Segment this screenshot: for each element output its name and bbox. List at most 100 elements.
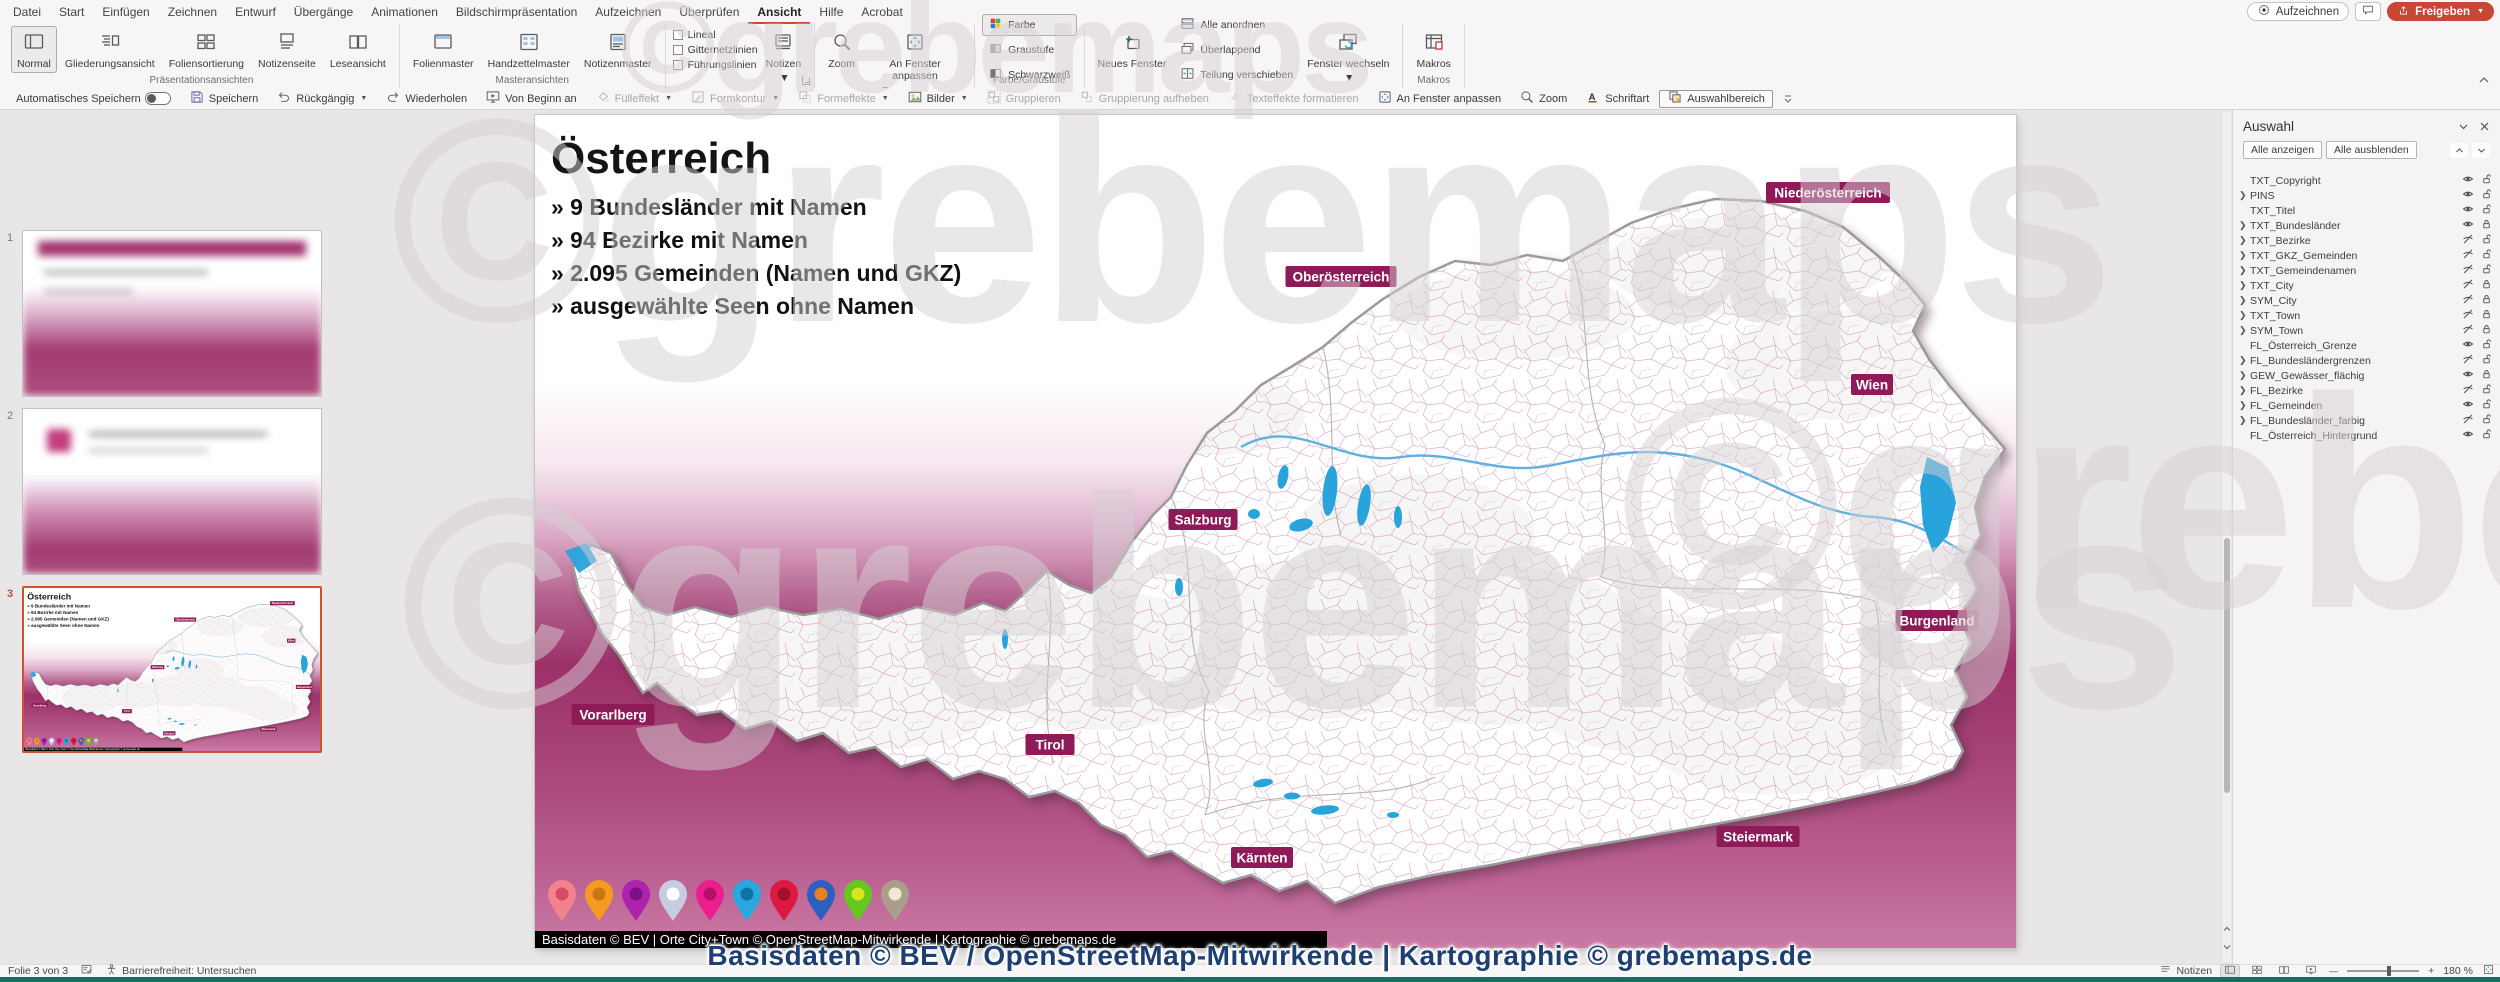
region-label-burgenland[interactable]: Burgenland bbox=[1896, 610, 1979, 631]
wiederholen-button[interactable]: Wiederholen bbox=[377, 90, 475, 108]
region-label-niederösterreich[interactable]: Niederösterreich bbox=[1766, 182, 1890, 203]
lock-closed-icon[interactable] bbox=[2481, 368, 2492, 383]
checkbox-führungslinien[interactable]: Führungslinien bbox=[673, 59, 758, 71]
lock-open-icon[interactable] bbox=[2481, 248, 2492, 263]
leseansicht-button[interactable]: Leseansicht bbox=[324, 26, 392, 73]
menu-tab-zeichnen[interactable]: Zeichnen bbox=[159, 1, 226, 24]
zoom-slider-thumb[interactable] bbox=[2387, 966, 2391, 976]
lock-open-icon[interactable] bbox=[2481, 398, 2492, 413]
normal-view-button[interactable] bbox=[2221, 965, 2239, 977]
region-label-wien[interactable]: Wien bbox=[1851, 374, 1893, 395]
share-button[interactable]: Freigeben ▼ bbox=[2387, 2, 2494, 21]
selection-pane-item-fl-gemeinden[interactable]: ❯FL_Gemeinden bbox=[2233, 398, 2500, 413]
slide-thumbnail-1[interactable] bbox=[22, 230, 322, 397]
an-fenster-anpassen-button[interactable]: An Fenster anpassen bbox=[863, 26, 967, 85]
region-label-oberösterreich[interactable]: Oberösterreich bbox=[1286, 266, 1397, 287]
checkbox-box[interactable] bbox=[673, 45, 683, 55]
slide-sorter-view-button[interactable] bbox=[2248, 965, 2266, 977]
visibility-eye-icon[interactable] bbox=[2462, 368, 2474, 383]
lock-open-icon[interactable] bbox=[2481, 203, 2492, 218]
an-fenster-anpassen-button[interactable]: An Fenster anpassen bbox=[1369, 90, 1510, 108]
schriftart-button[interactable]: ASchriftart bbox=[1577, 90, 1657, 108]
fenster-wechseln-button[interactable]: Fenster wechseln▼ bbox=[1301, 26, 1395, 87]
checkbox-box[interactable] bbox=[673, 60, 683, 70]
checkbox-box[interactable] bbox=[673, 30, 683, 40]
chevron-right-icon[interactable]: ❯ bbox=[2239, 355, 2250, 366]
slideshow-view-button[interactable] bbox=[2302, 965, 2320, 977]
makros-button[interactable]: Makros bbox=[1410, 26, 1456, 73]
menu-tab-acrobat[interactable]: Acrobat bbox=[852, 1, 911, 24]
previous-slide-button[interactable] bbox=[2222, 922, 2232, 936]
lock-open-icon[interactable] bbox=[2481, 413, 2492, 428]
selection-pane-item-fl-bezirke[interactable]: ❯FL_Bezirke bbox=[2233, 383, 2500, 398]
menu-tab-übergänge[interactable]: Übergänge bbox=[285, 1, 362, 24]
selection-pane-item-txt-gemeindenamen[interactable]: ❯TXT_Gemeindenamen bbox=[2233, 263, 2500, 278]
lock-open-icon[interactable] bbox=[2481, 383, 2492, 398]
zoom-button[interactable]: Zoom bbox=[1511, 90, 1575, 108]
folienmaster-button[interactable]: Folienmaster bbox=[407, 26, 480, 73]
chevron-right-icon[interactable]: ❯ bbox=[2239, 310, 2250, 321]
visibility-eye-off-icon[interactable] bbox=[2462, 278, 2474, 293]
chevron-right-icon[interactable]: ❯ bbox=[2239, 325, 2250, 336]
menu-tab-animationen[interactable]: Animationen bbox=[362, 1, 447, 24]
alle-anordnen-button[interactable]: Alle anordnen bbox=[1174, 14, 1299, 36]
gliederungsansicht-button[interactable]: Gliederungsansicht bbox=[59, 26, 161, 73]
chevron-down-icon[interactable] bbox=[2458, 121, 2469, 132]
selection-pane-item-fl-österreich-hintergrund[interactable]: FL_Österreich_Hintergrund bbox=[2233, 428, 2500, 443]
menu-tab-hilfe[interactable]: Hilfe bbox=[810, 1, 852, 24]
chevron-right-icon[interactable]: ❯ bbox=[2239, 220, 2250, 231]
von-beginn-an-button[interactable]: Von Beginn an bbox=[477, 90, 585, 108]
automatisches-speichern-button[interactable]: Automatisches Speichern bbox=[8, 90, 179, 108]
lock-open-icon[interactable] bbox=[2481, 173, 2492, 188]
lock-open-icon[interactable] bbox=[2481, 188, 2492, 203]
lock-open-icon[interactable] bbox=[2481, 263, 2492, 278]
zoom-out-button[interactable]: — bbox=[2329, 966, 2338, 976]
selection-pane-item-txt-gkz-gemeinden[interactable]: ❯TXT_GKZ_Gemeinden bbox=[2233, 248, 2500, 263]
visibility-eye-off-icon[interactable] bbox=[2462, 413, 2474, 428]
lock-closed-icon[interactable] bbox=[2481, 278, 2492, 293]
accessibility-status[interactable]: Barrierefreiheit: Untersuchen bbox=[122, 965, 256, 977]
autosave-toggle[interactable] bbox=[145, 92, 171, 105]
selection-pane-item-fl-bundesländergrenzen[interactable]: ❯FL_Bundesländergrenzen bbox=[2233, 353, 2500, 368]
checkbox-gitternetzlinien[interactable]: Gitternetzlinien bbox=[673, 44, 758, 56]
selection-pane-item-sym-town[interactable]: ❯SYM_Town bbox=[2233, 323, 2500, 338]
region-label-salzburg[interactable]: Salzburg bbox=[1169, 509, 1238, 530]
lock-open-icon[interactable] bbox=[2481, 353, 2492, 368]
move-up-button[interactable] bbox=[2450, 143, 2468, 158]
move-down-button[interactable] bbox=[2472, 143, 2490, 158]
selection-pane-item-fl-österreich-grenze[interactable]: FL_Österreich_Grenze bbox=[2233, 338, 2500, 353]
scrollbar-thumb[interactable] bbox=[2224, 538, 2230, 793]
visibility-eye-off-icon[interactable] bbox=[2462, 233, 2474, 248]
foliensortierung-button[interactable]: Foliensortierung bbox=[163, 26, 250, 73]
next-slide-button[interactable] bbox=[2222, 940, 2232, 954]
selection-pane-item-gew-gewässer-flächig[interactable]: ❯GEW_Gewässer_flächig bbox=[2233, 368, 2500, 383]
visibility-eye-off-icon[interactable] bbox=[2462, 248, 2474, 263]
selection-pane-item-sym-city[interactable]: ❯SYM_City bbox=[2233, 293, 2500, 308]
chevron-right-icon[interactable]: ❯ bbox=[2239, 295, 2250, 306]
visibility-eye-off-icon[interactable] bbox=[2462, 308, 2474, 323]
selection-pane-item-txt-titel[interactable]: TXT_Titel bbox=[2233, 203, 2500, 218]
slide-thumbnail-3[interactable] bbox=[22, 586, 322, 753]
reading-view-button[interactable] bbox=[2275, 965, 2293, 977]
rückgängig-button[interactable]: Rückgängig▼ bbox=[268, 90, 375, 108]
teilung-verschieben-button[interactable]: Teilung verschieben bbox=[1174, 64, 1299, 86]
chevron-right-icon[interactable]: ❯ bbox=[2239, 250, 2250, 261]
region-label-vorarlberg[interactable]: Vorarlberg bbox=[572, 704, 655, 725]
visibility-eye-icon[interactable] bbox=[2462, 173, 2474, 188]
zoom-in-button[interactable]: + bbox=[2428, 965, 2434, 977]
chevron-right-icon[interactable]: ❯ bbox=[2239, 400, 2250, 411]
selection-pane-item-txt-bezirke[interactable]: ❯TXT_Bezirke bbox=[2233, 233, 2500, 248]
selection-pane-item-txt-town[interactable]: ❯TXT_Town bbox=[2233, 308, 2500, 323]
visibility-eye-icon[interactable] bbox=[2462, 428, 2474, 443]
lock-closed-icon[interactable] bbox=[2481, 293, 2492, 308]
menu-tab-start[interactable]: Start bbox=[50, 1, 93, 24]
chevron-right-icon[interactable]: ❯ bbox=[2239, 385, 2250, 396]
notizen-button[interactable]: Notizen▼ bbox=[760, 26, 808, 87]
copyright-bar[interactable]: Basisdaten © BEV | Orte City+Town © Open… bbox=[535, 931, 1327, 948]
visibility-eye-off-icon[interactable] bbox=[2462, 293, 2474, 308]
zoom-slider[interactable] bbox=[2347, 970, 2419, 972]
selection-pane-item-txt-copyright[interactable]: TXT_Copyright bbox=[2233, 173, 2500, 188]
region-label-steiermark[interactable]: Steiermark bbox=[1717, 826, 1800, 847]
region-label-kärnten[interactable]: Kärnten bbox=[1231, 847, 1293, 868]
lock-closed-icon[interactable] bbox=[2481, 323, 2492, 338]
